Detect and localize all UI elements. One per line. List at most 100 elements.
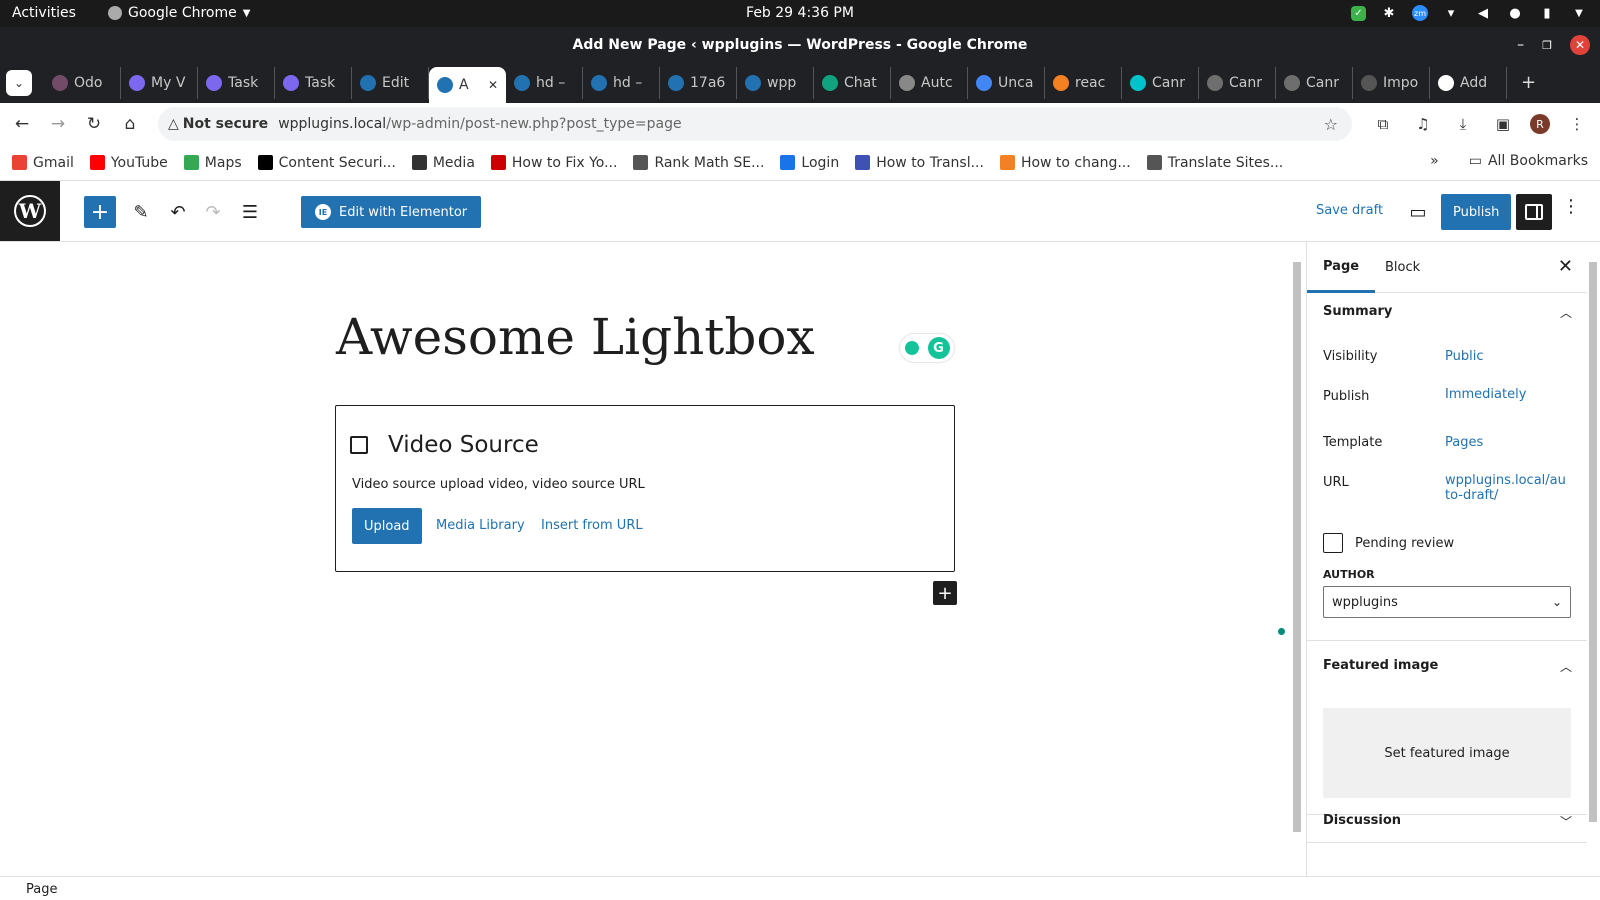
bookmark-item[interactable]: Media (411, 155, 475, 171)
bookmark-item[interactable]: How to Fix Yo... (490, 155, 617, 171)
back-arrow-icon[interactable]: ← (8, 110, 36, 138)
canvas-scrollbar[interactable] (1292, 248, 1302, 872)
pencil-tools-icon[interactable]: ✎ (125, 196, 157, 228)
scrollbar-thumb[interactable] (1589, 262, 1597, 822)
pending-review-label[interactable]: Pending review (1355, 536, 1454, 551)
volume-icon[interactable]: ◀ (1474, 4, 1492, 22)
bookmark-item[interactable]: Content Securi... (257, 155, 396, 171)
tab-search-chevron-icon[interactable]: ⌄ (6, 70, 32, 96)
bookmark-item[interactable]: How to chang... (999, 155, 1131, 171)
grammarly-widget[interactable]: G (900, 334, 954, 362)
grammarly-assist-icon[interactable] (904, 341, 919, 355)
insert-from-url-button[interactable]: Insert from URL (541, 518, 643, 533)
preview-device-icon[interactable]: ▭ (1402, 196, 1434, 228)
publish-button[interactable]: Publish (1441, 194, 1512, 230)
browser-tab[interactable]: Canr (1122, 67, 1199, 99)
chevron-down-icon[interactable]: ▼ (1570, 4, 1588, 22)
browser-tab[interactable]: Edit (352, 67, 429, 99)
bookmark-star-icon[interactable]: ☆ (1324, 115, 1338, 134)
media-controls-icon[interactable]: ♫ (1410, 111, 1436, 137)
download-icon[interactable]: ⤓ (1450, 111, 1476, 137)
chrome-menu-icon[interactable]: ⋮ (1564, 111, 1590, 137)
browser-tab[interactable]: Chat (814, 67, 891, 99)
browser-tab[interactable]: My V (121, 67, 198, 99)
wifi-icon[interactable]: ▾ (1442, 4, 1460, 22)
chevron-up-icon[interactable]: ︿ (1560, 304, 1572, 321)
undo-icon[interactable]: ↶ (162, 196, 194, 228)
microphone-icon[interactable]: ● (1506, 4, 1524, 22)
summary-panel-toggle[interactable]: Summary (1323, 304, 1392, 319)
close-window-icon[interactable]: ✕ (1570, 35, 1590, 55)
author-select[interactable]: wpplugins ⌄ (1323, 586, 1571, 618)
browser-tab[interactable]: wpp (737, 67, 814, 99)
shield-check-icon[interactable]: ✓ (1351, 5, 1366, 21)
bookmark-item[interactable]: YouTube (89, 155, 168, 171)
bookmark-item[interactable]: Rank Math SE... (633, 155, 764, 171)
template-value[interactable]: Pages (1445, 435, 1483, 450)
browser-tab[interactable]: Canr (1199, 67, 1276, 99)
video-source-block[interactable]: Video Source Video source upload video, … (335, 405, 955, 572)
browser-tab[interactable]: 17a6 (660, 67, 737, 99)
chevron-down-icon[interactable]: ﹀ (1560, 813, 1572, 830)
new-tab-button[interactable]: + (1521, 72, 1536, 93)
browser-tab[interactable]: Autc (891, 67, 968, 99)
visibility-value[interactable]: Public (1445, 349, 1483, 364)
home-icon[interactable]: ⌂ (116, 110, 144, 138)
block-inserter-button[interactable]: + (84, 196, 116, 228)
grammarly-icon[interactable]: G (927, 337, 950, 359)
browser-tab[interactable]: reac (1045, 67, 1122, 99)
options-menu-icon[interactable]: ⋮ (1562, 196, 1580, 217)
discussion-panel-toggle[interactable]: Discussion (1323, 813, 1401, 828)
minimize-icon[interactable]: – (1517, 37, 1524, 53)
save-draft-button[interactable]: Save draft (1316, 203, 1383, 218)
bookmark-item[interactable]: How to Transl... (855, 155, 984, 171)
browser-tab[interactable]: Unca (968, 67, 1045, 99)
publish-date-value[interactable]: Immediately (1445, 387, 1526, 402)
tab-block[interactable]: Block (1369, 242, 1436, 293)
close-tab-icon[interactable]: ✕ (488, 78, 498, 92)
scrollbar-thumb[interactable] (1293, 262, 1301, 832)
media-library-button[interactable]: Media Library (436, 518, 525, 533)
browser-tab[interactable]: Impo (1353, 67, 1430, 99)
profile-avatar[interactable]: R (1530, 114, 1550, 134)
bookmark-item[interactable]: Maps (183, 155, 242, 171)
add-block-button[interactable]: + (933, 581, 957, 605)
browser-tab[interactable]: Task (198, 67, 275, 99)
browser-tab[interactable]: hd – (506, 67, 583, 99)
zoom-icon[interactable]: zm (1412, 5, 1428, 21)
browser-tab[interactable]: Task (275, 67, 352, 99)
list-view-icon[interactable]: ☰ (234, 196, 266, 228)
wordpress-logo-button[interactable]: W (0, 181, 60, 241)
extensions-puzzle-icon[interactable]: ⧉ (1370, 111, 1396, 137)
page-title[interactable]: Awesome Lightbox (336, 308, 815, 366)
reload-icon[interactable]: ↻ (80, 110, 108, 138)
featured-image-panel-toggle[interactable]: Featured image (1323, 658, 1438, 673)
set-featured-image-button[interactable]: Set featured image (1323, 708, 1571, 798)
redo-icon[interactable]: ↷ (197, 196, 229, 228)
bookmark-item[interactable]: Gmail (12, 155, 74, 171)
url-text[interactable]: wpplugins.local/wp-admin/post-new.php?po… (278, 116, 681, 132)
all-bookmarks-button[interactable]: ▭ All Bookmarks (1469, 153, 1588, 169)
edit-with-elementor-button[interactable]: IE Edit with Elementor (301, 196, 482, 228)
security-indicator[interactable]: △ Not secure (168, 116, 268, 132)
forward-arrow-icon[interactable]: → (44, 110, 72, 138)
maximize-icon[interactable]: ❐ (1542, 39, 1552, 52)
activities-button[interactable]: Activities (12, 5, 76, 21)
tab-active[interactable]: A ✕ (429, 67, 506, 103)
browser-tab[interactable]: Add (1430, 67, 1507, 99)
slack-icon[interactable]: ✱ (1380, 4, 1398, 22)
side-panel-icon[interactable]: ▣ (1490, 111, 1516, 137)
more-bookmarks-button[interactable]: » (1430, 153, 1439, 169)
tab-page[interactable]: Page (1307, 242, 1376, 293)
breadcrumb-page[interactable]: Page (26, 882, 57, 897)
url-value[interactable]: wpplugins.local/au to-draft/ (1445, 473, 1566, 503)
chevron-up-icon[interactable]: ︿ (1560, 658, 1572, 675)
browser-tab[interactable]: Canr (1276, 67, 1353, 99)
bookmark-item[interactable]: Translate Sites... (1146, 155, 1283, 171)
close-icon[interactable]: ✕ (1558, 256, 1573, 277)
browser-tab[interactable]: hd – (583, 67, 660, 99)
app-menu[interactable]: Google Chrome ▼ (108, 5, 250, 21)
bookmark-item[interactable]: Login (780, 155, 839, 171)
pending-review-checkbox[interactable] (1323, 533, 1343, 553)
upload-button[interactable]: Upload (352, 508, 422, 544)
